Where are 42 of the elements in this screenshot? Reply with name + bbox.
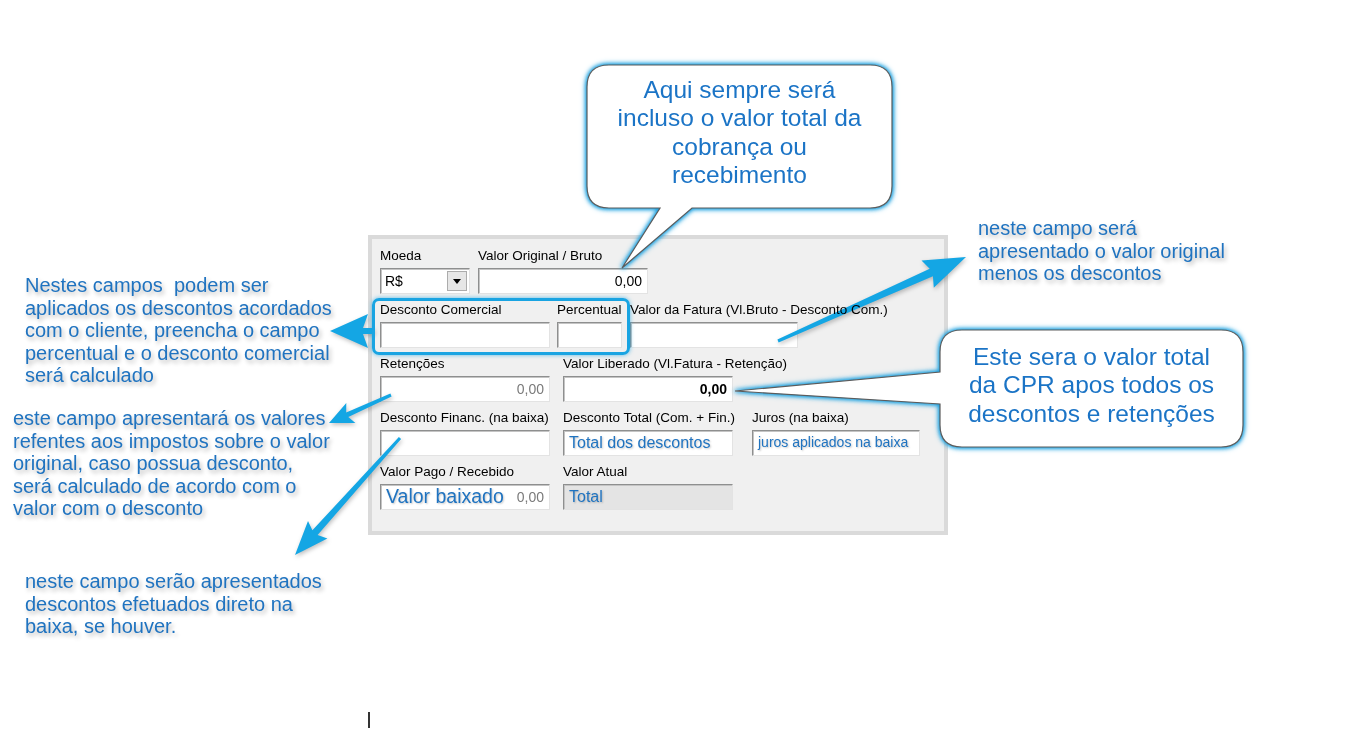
field-label: Retenções [380,356,445,372]
input-field[interactable] [380,322,550,348]
input-field[interactable]: juros aplicados na baixa [752,430,920,456]
input-field[interactable]: 0,00 [563,376,733,402]
caret-icon [453,278,461,284]
annotation-text: juros aplicados na baixa [758,435,909,451]
field-label: Desconto Comercial [380,302,502,318]
field-label: Desconto Total (Com. + Fin.) [563,410,735,426]
input-field[interactable]: Valor baixado 0,00 [380,484,550,510]
input-field[interactable]: 0,00 [478,268,648,294]
input-field[interactable] [557,322,622,348]
input-field[interactable] [630,322,798,348]
annotation-text: Valor baixado [386,486,504,508]
callout-text: Este sera o valor total da CPR apos todos os descontos e retenções [967,343,1216,428]
dropdown-select[interactable]: R$ [380,268,470,294]
annotation-text: neste campo serão apresentados descontos efetuados direto na baixa, se houver. [25,570,323,638]
field-label: Percentual [557,302,622,318]
annotation-text: Nestes campos podem ser aplicados os descontos acordados com o cliente, preencha o campo percentual e o desconto comercial será calculado [25,274,333,387]
input-field[interactable]: 0,00 [380,376,550,402]
input-field[interactable] [380,430,550,456]
field-label: Juros (na baixa) [752,410,849,426]
field-label: Valor Original / Bruto [478,248,603,264]
field-value: 0,00 [614,273,642,289]
field-value: 0,00 [699,381,727,397]
annotation-text: neste campo será apresentado o valor original menos os descontos [978,217,1226,285]
field-label: Desconto Financ. (na baixa) [380,410,549,426]
annotation-text: este campo apresentará os valores refentes aos impostos sobre o valor original, caso possua desconto, será calculado de acordo com o valor com o desconto [13,407,331,520]
callout-text: Aqui sempre será incluso o valor total da cobrança ou recebimento [616,76,863,190]
select-value: R$ [385,273,403,289]
placeholder-text: 0,00 [516,381,544,397]
text-cursor [368,712,370,728]
input-field[interactable]: Total dos descontos [563,430,733,456]
field-label: Valor Pago / Recebido [380,464,515,480]
field-label: Moeda [380,248,422,264]
field-label: Valor Atual [563,464,628,480]
field-label: Valor da Fatura (Vl.Bruto - Desconto Com.) [630,302,888,318]
field-label: Valor Liberado (Vl.Fatura - Retenção) [563,356,788,372]
placeholder-text: 0,00 [516,489,544,505]
annotation-text: Total [569,488,603,506]
dropdown-button[interactable] [447,271,467,291]
annotation-arrow [330,314,374,348]
annotation-text: Total dos descontos [569,434,711,452]
